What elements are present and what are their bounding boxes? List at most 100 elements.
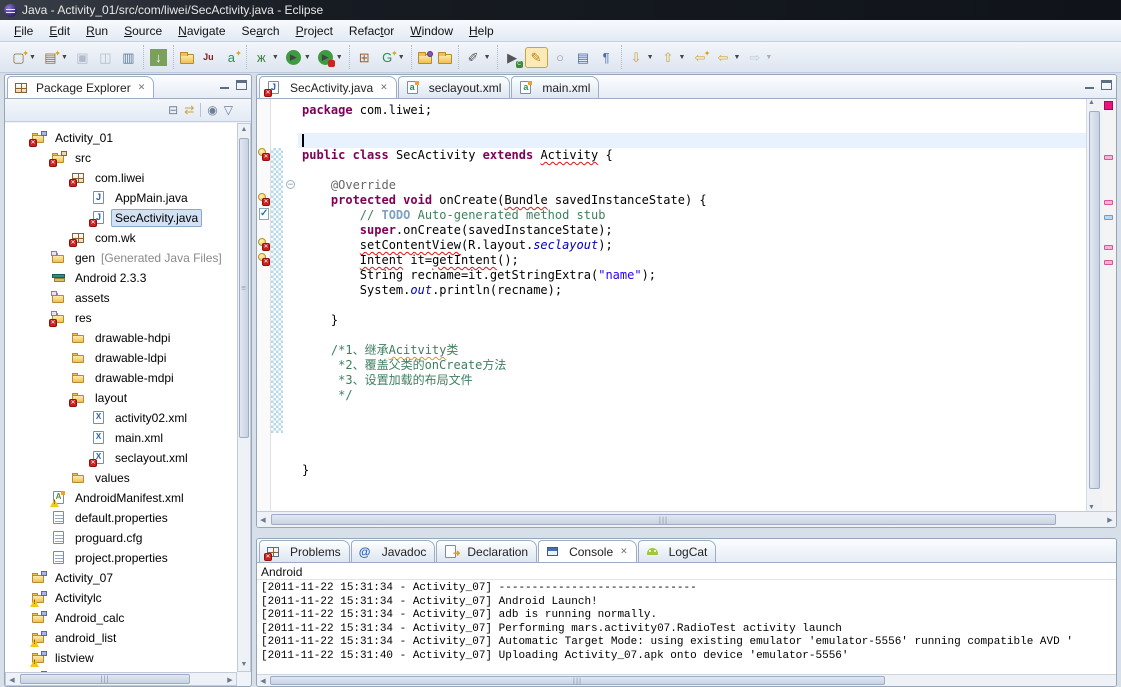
console-output[interactable]: [2011-11-22 15:31:34 - Activity_07] ----… [257,580,1116,674]
fold-collapse-icon[interactable]: − [286,180,295,189]
close-view-icon[interactable]: ✕ [138,82,146,93]
open-folder-button[interactable] [436,50,454,65]
minimize-view-button[interactable] [219,80,230,90]
editor-tab-secactivity-java[interactable]: J✕SecActivity.java✕ [259,76,397,98]
console-tab-console[interactable]: Console✕ [538,540,637,562]
show-whitespace-toggle[interactable]: ¶ [596,48,617,67]
tree-item-androidmanifest-xml[interactable]: A!AndroidManifest.xml [5,488,237,508]
tree-item-layout[interactable]: ✕layout [5,388,237,408]
tree-item-activity02-xml[interactable]: Xactivity02.xml [5,408,237,428]
tree-item-seclayout-xml[interactable]: X✕seclayout.xml [5,448,237,468]
new-wizard-button[interactable]: ▢✦▼ [8,48,38,67]
tree-item-gen[interactable]: gen [Generated Java Files] [5,248,237,268]
back-button[interactable]: ⇦▼ [712,48,742,67]
maximize-view-button[interactable] [236,80,247,90]
tree-item-values[interactable]: values [5,468,237,488]
save-button[interactable]: ▣ [72,48,93,67]
show-source-button[interactable]: ▤ [573,48,594,67]
save-all-button[interactable]: ◫ [95,48,116,67]
tree-vertical-scrollbar[interactable]: ▲ ≡ ▼ [237,123,251,672]
tree-item-activitylc[interactable]: !Activitylc [5,588,237,608]
collapse-all-button[interactable]: ⊟ [168,103,178,117]
toggle-segment-button[interactable]: ○ [550,48,571,67]
console-hscroll-thumb[interactable]: ||| [270,676,885,685]
editor-vscroll-thumb[interactable] [1089,111,1100,489]
tree-item-drawable-ldpi[interactable]: drawable-ldpi [5,348,237,368]
tree-item-assets[interactable]: assets [5,288,237,308]
error-marker-icon[interactable]: ✕ [258,253,270,266]
view-menu-button[interactable]: ▽ [224,103,233,117]
folding-ruler[interactable]: − [283,99,298,511]
code-editor[interactable]: ✕ ✕ ✓ ✕ ✕ − package com.liwei;public class S… [257,99,1116,527]
forward-button[interactable]: ⇨▼ [744,48,774,67]
new-java-element-button[interactable]: ▤✦▼ [40,48,70,67]
tree-vscroll-thumb[interactable]: ≡ [239,138,249,438]
menu-edit[interactable]: Edit [41,21,78,41]
tree-item-res[interactable]: ✕res [5,308,237,328]
tree-item-drawable-hdpi[interactable]: drawable-hdpi [5,328,237,348]
annotation-ruler[interactable]: ✕ ✕ ✓ ✕ ✕ [257,99,271,511]
tree-item-com-liwei[interactable]: ✕com.liwei [5,168,237,188]
tree-hscroll-thumb[interactable]: ||| [20,674,190,684]
import-folder-button[interactable] [416,50,434,65]
tree-item-secactivity-java[interactable]: J✕SecActivity.java [5,208,237,228]
last-edit-location-button[interactable]: ⇦✦ [689,48,710,67]
code-text[interactable]: package com.liwei;public class SecActivi… [298,99,1086,511]
error-marker-icon[interactable]: ✕ [258,193,270,206]
new-junit-test-button[interactable]: Ju [198,48,219,67]
new-android-xml-button[interactable]: a✦ [221,48,242,67]
editor-hscroll-thumb[interactable]: ||| [271,514,1056,525]
tree-item-activity-01[interactable]: ✕Activity_01 [5,128,237,148]
tree-item-com-wk[interactable]: ✕com.wk [5,228,237,248]
console-horizontal-scrollbar[interactable]: ◀ ||| [257,674,1116,686]
overview-task-marker[interactable] [1104,215,1113,220]
print-button[interactable]: ▥ [118,48,139,67]
new-configuration-button[interactable]: G✦▼ [377,48,407,67]
tree-item-default-properties[interactable]: default.properties [5,508,237,528]
menu-refactor[interactable]: Refactor [341,21,402,41]
mark-occurrences-toggle[interactable]: ✎ [525,47,548,68]
tree-horizontal-scrollbar[interactable]: ◀ ||| ▶ [5,672,237,686]
console-tab-declaration[interactable]: ➜Declaration [436,540,537,562]
menu-project[interactable]: Project [288,21,341,41]
overview-error-marker[interactable] [1104,245,1113,250]
toggle-breadcrumb-button[interactable]: ▶C [502,48,523,67]
run-button[interactable]: ▶▼ [283,48,313,67]
link-with-editor-button[interactable]: ⇄ [184,103,194,117]
android-sdk-manager-button[interactable]: ↓ [148,48,169,67]
tree-item-src[interactable]: ✕src [5,148,237,168]
previous-annotation-button[interactable]: ⇧▼ [658,48,688,67]
tree-item-android-2-3-3[interactable]: Android 2.3.3 [5,268,237,288]
editor-tab-main-xml[interactable]: amain.xml [511,76,599,98]
editor-vertical-scrollbar[interactable]: ▲ ▼ [1086,99,1102,511]
tree-item-drawable-mdpi[interactable]: drawable-mdpi [5,368,237,388]
task-marker-icon[interactable]: ✓ [258,208,270,221]
overview-ruler[interactable] [1102,99,1116,511]
tree-item-appmain-java[interactable]: JAppMain.java [5,188,237,208]
error-marker-icon[interactable]: ✕ [258,148,270,161]
menu-window[interactable]: Window [402,21,461,41]
grid-perspective-button[interactable]: ⊞ [354,48,375,67]
overview-error-marker[interactable] [1104,200,1113,205]
debug-button[interactable]: ж▼ [251,48,281,67]
editor-tab-seclayout-xml[interactable]: aseclayout.xml [398,76,511,98]
search-button[interactable]: ✐▼ [463,48,493,67]
tree-item-project-properties[interactable]: project.properties [5,548,237,568]
tree-item-activity-07[interactable]: Activity_07 [5,568,237,588]
close-tab-icon[interactable]: ✕ [380,82,388,93]
tree-item-main-xml[interactable]: Xmain.xml [5,428,237,448]
console-tab-problems[interactable]: ✕Problems [259,540,350,562]
tree-item-android-list[interactable]: !android_list [5,628,237,648]
focus-task-button[interactable]: ◉ [207,103,217,117]
close-tab-icon[interactable]: ✕ [620,546,628,557]
menu-help[interactable]: Help [461,21,502,41]
menu-run[interactable]: Run [78,21,116,41]
run-external-tools-button[interactable]: ▶▼ [315,48,345,67]
menu-search[interactable]: Search [234,21,288,41]
package-explorer-tab[interactable]: Package Explorer ✕ [7,76,154,98]
maximize-editor-button[interactable] [1101,80,1112,90]
error-marker-icon[interactable]: ✕ [258,238,270,251]
minimize-editor-button[interactable] [1084,80,1095,90]
console-tab-logcat[interactable]: LogCat [638,540,717,562]
next-annotation-button[interactable]: ⇩▼ [626,48,656,67]
